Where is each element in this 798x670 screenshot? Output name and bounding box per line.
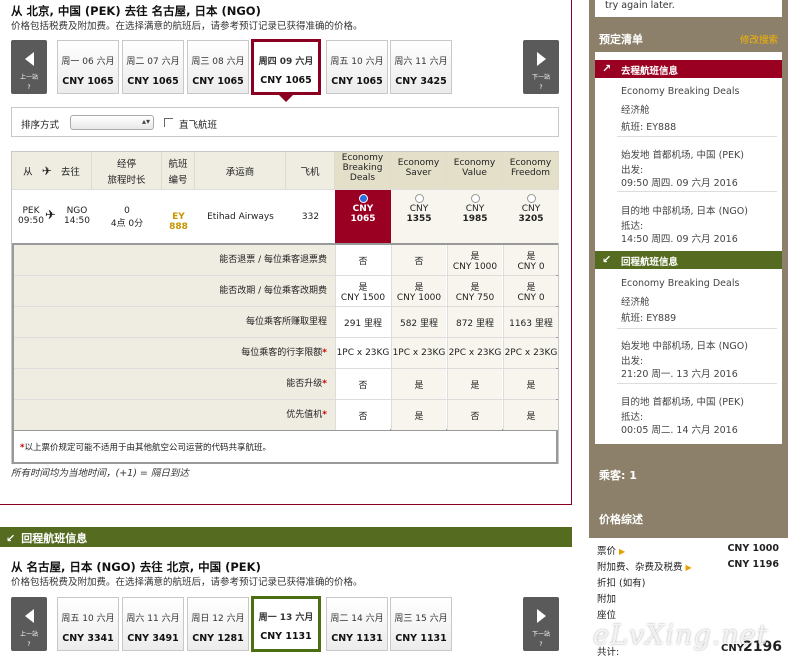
rule-row-baggage: 每位乘客的行李限额* 1PC x 23KG 1PC x 23KG 2PC x 2… xyxy=(14,338,558,369)
rule-row-priority-checkin: 优先值机* 否 是 否 是 xyxy=(14,400,558,431)
date-tile-0[interactable]: 周一 06 六月 CNY 1065 xyxy=(57,40,119,94)
arrow-left-icon xyxy=(24,609,34,623)
price-row-discount: 折扣 (如有) xyxy=(597,578,646,589)
rule-row-upgrade: 能否升级* 否 是 是 是 xyxy=(14,369,558,400)
return-prev-date-button[interactable]: 上一站 ? xyxy=(11,597,47,651)
passengers-header: 乘客: 1 xyxy=(599,469,637,482)
triangle-right-icon: ▶ xyxy=(619,547,626,556)
return-date-tile-4[interactable]: 周二 14 六月 CNY 1131 xyxy=(326,597,388,651)
arrow-right-icon xyxy=(536,609,546,623)
return-date-tile-5[interactable]: 周三 15 六月 CNY 1131 xyxy=(390,597,452,651)
sort-select[interactable]: ▴▾ xyxy=(70,115,154,130)
direct-flight-checkbox[interactable] xyxy=(164,118,173,127)
sort-bar: 排序方式 ▴▾ 直飞航班 xyxy=(11,107,559,137)
price-row-taxes: 附加费、杂费及税费 ▶ CNY 1196 xyxy=(597,559,779,573)
header-stops: 经停 旅程时长 xyxy=(92,152,162,189)
plane-icon: ✈ xyxy=(41,164,52,178)
date-tile-4[interactable]: 周五 10 六月 CNY 1065 xyxy=(326,40,388,94)
watermark: eLvXing.net xyxy=(593,620,769,651)
outbound-leg-bar: ↗ 去程航班信息 xyxy=(595,60,782,78)
outbound-route-title: 从 北京, 中国 (PEK) 去往 名古屋, 日本 (NGO) xyxy=(11,4,261,18)
outbound-section: 从 北京, 中国 (PEK) 去往 名古屋, 日本 (NGO) 价格包括税费及附… xyxy=(0,0,572,505)
arrow-down-left-icon: ↙ xyxy=(6,532,16,545)
next-date-button[interactable]: 下一站 ? xyxy=(523,40,559,94)
fare-option-breaking[interactable]: CNY 1065 xyxy=(335,189,391,243)
itinerary-header: 预定清单 修改搜索 xyxy=(599,32,778,46)
direct-flight-label: 直飞航班 xyxy=(179,120,218,131)
price-summary-header: 价格综述 xyxy=(599,513,643,526)
sort-label: 排序方式 xyxy=(21,120,60,131)
header-fare-breaking: Economy Breaking Deals xyxy=(335,152,391,189)
sidebar-top-note: try again later. xyxy=(595,0,782,17)
date-tile-1[interactable]: 周二 07 六月 CNY 1065 xyxy=(122,40,184,94)
return-route-title: 从 名古屋, 日本 (NGO) 去往 北京, 中国 (PEK) xyxy=(11,560,261,574)
main-content: 从 北京, 中国 (PEK) 去往 名古屋, 日本 (NGO) 价格包括税费及附… xyxy=(0,0,572,670)
radio-icon[interactable] xyxy=(414,194,424,203)
price-row-seat: 座位 xyxy=(597,610,617,621)
prev-date-button[interactable]: 上一站 ? xyxy=(11,40,47,94)
fare-option-saver[interactable]: CNY 1355 xyxy=(391,189,447,243)
flight-stops-cell: 0 4点 0分 xyxy=(92,189,162,243)
return-flight-header: ↙ 回程航班信息 xyxy=(0,527,572,547)
date-tile-5[interactable]: 周六 11 六月 CNY 3425 xyxy=(390,40,452,94)
return-price-note: 价格包括税费及附加费。在选择满意的航班后，请参考预订记录已获得准确的价格。 xyxy=(11,577,363,588)
flight-carrier: Etihad Airways xyxy=(195,189,286,243)
rule-row-change: 能否改期 / 每位乘客改期费 是 CNY 1500 是 CNY 1000 是 CNY … xyxy=(14,276,558,307)
arrow-right-icon xyxy=(536,52,546,66)
rule-row-refund: 能否退票 / 每位乘客退票费 否 否 是 CNY 1000 是 CNY 0 xyxy=(14,245,558,276)
flight-number[interactable]: EY 888 xyxy=(162,189,195,243)
return-date-tile-0[interactable]: 周五 10 六月 CNY 3341 xyxy=(57,597,119,651)
itinerary-panel: ↗ 去程航班信息 Economy Breaking Deals 经济舱 航班: … xyxy=(595,52,782,444)
outbound-price-note: 价格包括税费及附加费。在选择满意的航班后，请参考预订记录已获得准确的价格。 xyxy=(11,21,363,32)
local-time-note: 所有时间均为当地时间，(+1) = 隔日到达 xyxy=(11,468,189,479)
triangle-right-icon: ▶ xyxy=(685,563,692,572)
header-flight-number: 航班 编号 xyxy=(162,152,195,189)
header-aircraft: 飞机 xyxy=(286,152,335,189)
header-fare-value: Economy Value xyxy=(447,152,503,189)
return-leg-bar: ↙ 回程航班信息 xyxy=(595,251,782,269)
header-from-to: 从 ✈ 去往 xyxy=(12,152,92,189)
codeshare-footnote: *以上票价规定可能不适用于由其他航空公司运营的代码共享航班。 xyxy=(12,431,558,464)
fare-option-value[interactable]: CNY 1985 xyxy=(447,189,503,243)
flight-aircraft: 332 xyxy=(286,189,335,243)
date-tile-selected[interactable]: 周四 09 六月 CNY 1065 xyxy=(251,39,321,95)
flight-table: 从 ✈ 去往 经停 旅程时长 航班 编号 承运商 飞机 Economy Brea… xyxy=(11,151,559,464)
rule-row-miles: 每位乘客所赚取里程 291 里程 582 里程 872 里程 1163 里程 xyxy=(14,307,558,338)
return-date-tile-1[interactable]: 周六 11 六月 CNY 3491 xyxy=(122,597,184,651)
arrow-left-icon xyxy=(24,52,34,66)
price-row-fare: 票价 ▶ CNY 1000 xyxy=(597,543,779,557)
arrow-up-right-icon: ↗ xyxy=(602,62,612,75)
header-fare-freedom: Economy Freedom xyxy=(503,152,559,189)
flight-route-cell: PEK 09:50 ✈ NGO 14:50 xyxy=(12,189,92,243)
header-fare-saver: Economy Saver xyxy=(391,152,447,189)
return-date-tile-selected[interactable]: 周一 13 六月 CNY 1131 xyxy=(251,596,321,652)
sidebar: try again later. 预定清单 修改搜索 ↗ 去程航班信息 Econ… xyxy=(589,0,788,670)
fare-option-freedom[interactable]: CNY 3205 xyxy=(503,189,559,243)
updown-arrow-icon: ▴▾ xyxy=(141,117,150,126)
radio-icon[interactable] xyxy=(526,194,536,203)
return-date-tile-2[interactable]: 周日 12 六月 CNY 1281 xyxy=(187,597,249,651)
radio-icon[interactable] xyxy=(470,194,480,203)
radio-selected-icon[interactable] xyxy=(358,194,368,203)
date-tile-2[interactable]: 周三 08 六月 CNY 1065 xyxy=(187,40,249,94)
edit-search-link[interactable]: 修改搜索 xyxy=(740,32,778,46)
return-next-date-button[interactable]: 下一站 ? xyxy=(523,597,559,651)
price-row-extras: 附加 xyxy=(597,594,617,605)
plane-icon: ✈ xyxy=(45,208,56,223)
header-carrier: 承运商 xyxy=(195,152,286,189)
arrow-down-left-icon: ↙ xyxy=(602,253,612,266)
fare-rules-panel: 能否退票 / 每位乘客退票费 否 否 是 CNY 1000 是 CNY 0 能否改期… xyxy=(12,243,558,431)
selected-caret xyxy=(279,95,293,102)
